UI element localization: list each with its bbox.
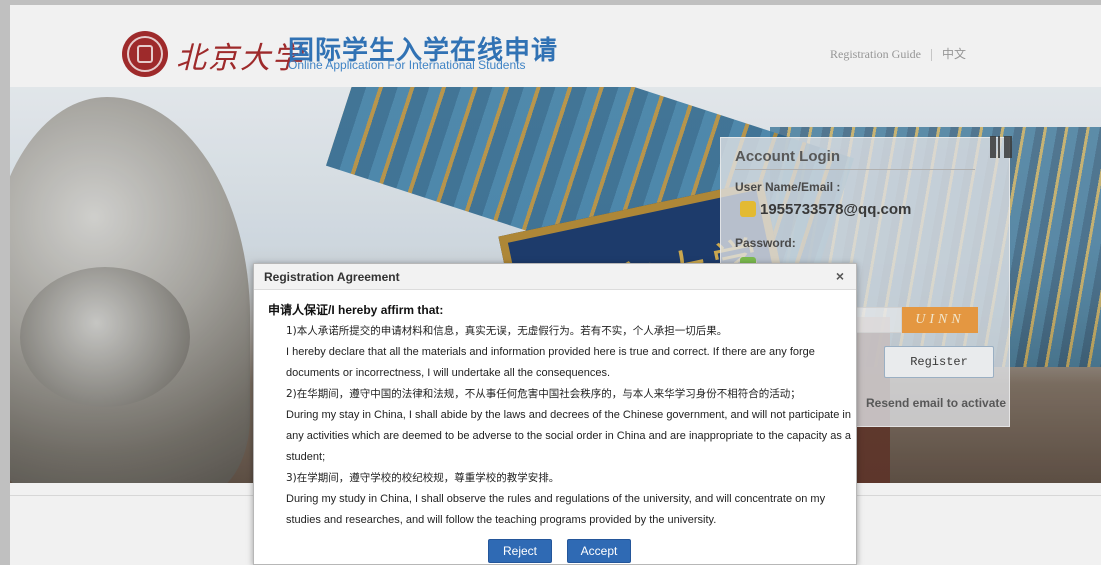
agreement-item-cn: 3)在学期间，遵守学校的校纪校规，尊重学校的教学安排。: [286, 472, 560, 484]
agreement-item-en: I hereby declare that all the materials …: [286, 346, 815, 379]
agreement-heading: 申请人保证/I hereby affirm that:: [268, 303, 444, 317]
agreement-item-cn: 2)在华期间，遵守中国的法律和法规，不从事任何危害中国社会秩序的，与本人来华学习…: [286, 388, 801, 400]
dialog-title: Registration Agreement: [264, 270, 400, 284]
agreement-item-cn: 1)本人承诺所提交的申请材料和信息，真实无误，无虚假行为。若有不实，个人承担一切…: [286, 325, 728, 337]
dialog-button-row: Reject Accept: [254, 534, 856, 564]
registration-agreement-dialog: Registration Agreement × 申请人保证/I hereby …: [253, 263, 857, 565]
accept-button[interactable]: Accept: [567, 539, 631, 563]
reject-button[interactable]: Reject: [488, 539, 552, 563]
agreement-text: 申请人保证/I hereby affirm that: 1)本人承诺所提交的申请…: [268, 300, 852, 531]
dialog-title-bar: Registration Agreement ×: [254, 264, 856, 290]
agreement-item-en: During my stay in China, I shall abide b…: [286, 409, 851, 463]
close-icon[interactable]: ×: [832, 268, 848, 284]
agreement-item-en: During my study in China, I shall observ…: [286, 493, 826, 526]
